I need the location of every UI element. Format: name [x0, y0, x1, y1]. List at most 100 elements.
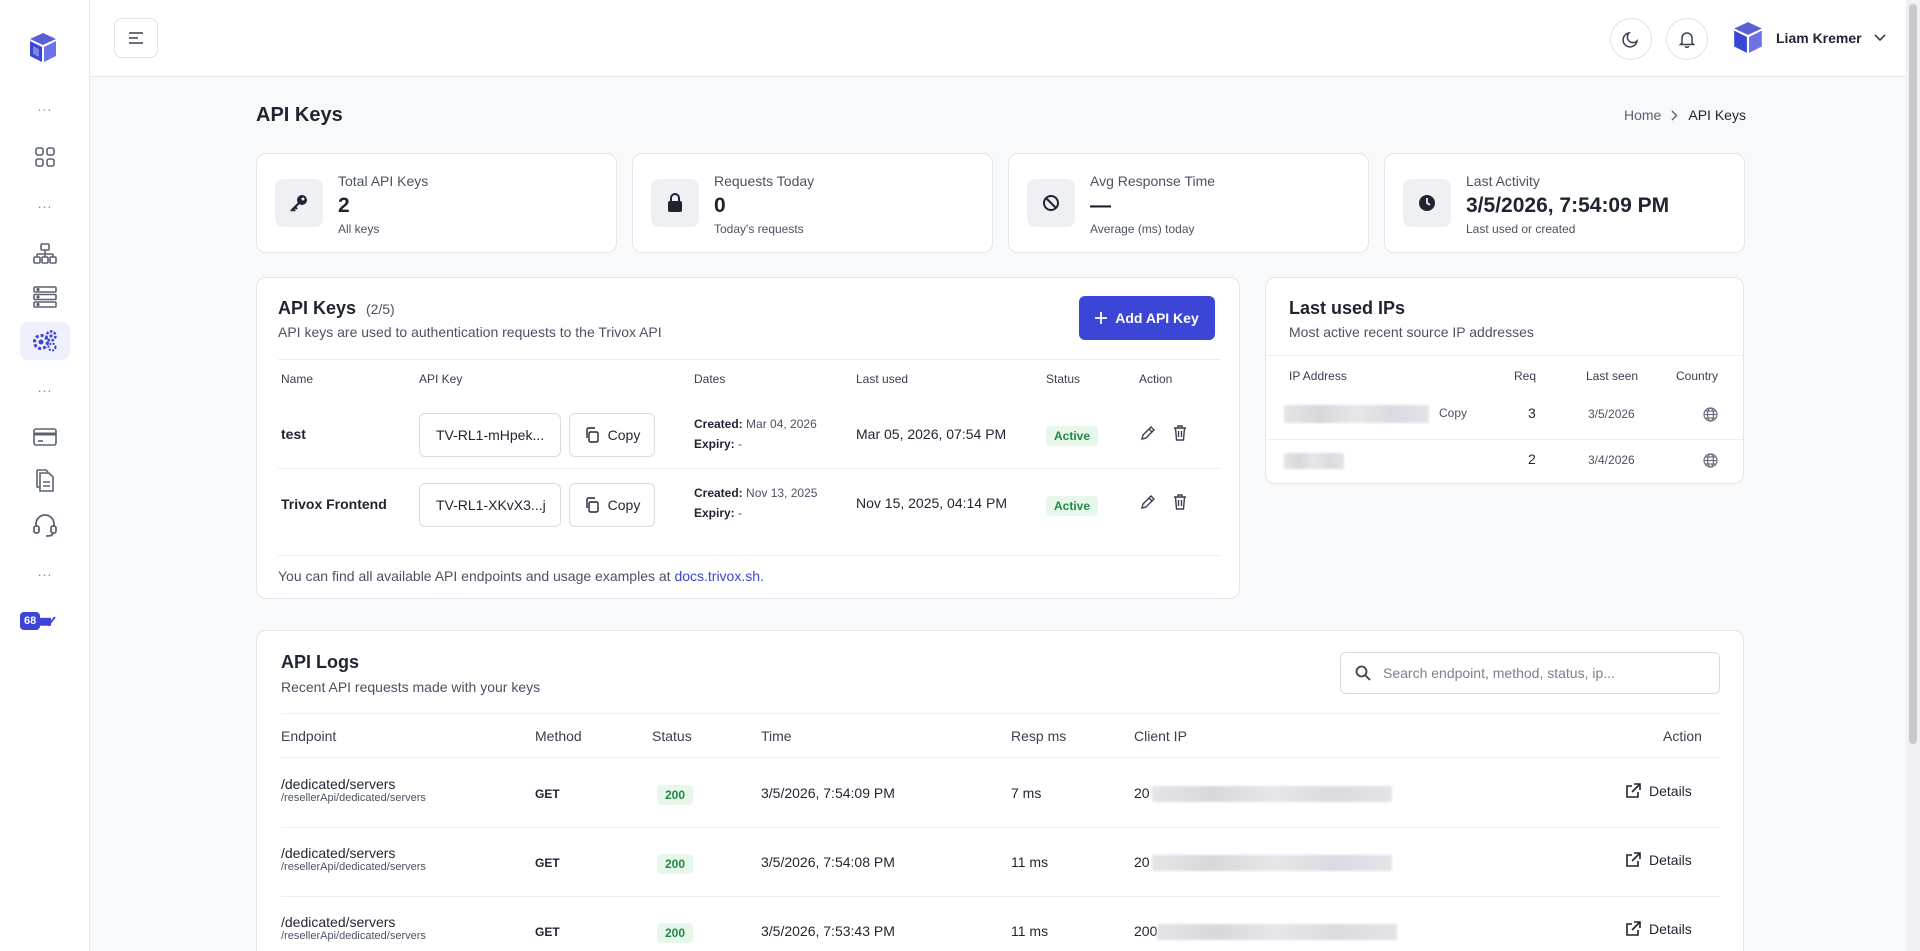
log-resp-ms: 11 ms	[1011, 923, 1049, 939]
redacted-ip	[1157, 924, 1397, 940]
globe-icon	[1703, 453, 1718, 471]
documents-icon	[36, 469, 54, 492]
status-badge: 200	[657, 785, 694, 805]
column-header: Last seen	[1586, 369, 1639, 383]
sidebar: ... ... ... ... 68	[0, 0, 90, 951]
hamburger-menu-icon	[129, 32, 143, 44]
ip-requests: 3	[1528, 405, 1536, 421]
trash-icon[interactable]	[1171, 424, 1189, 445]
endpoint-path: /resellerApi/dedicated/servers	[281, 930, 426, 942]
edit-icon[interactable]	[1139, 424, 1157, 445]
sidebar-item-documents[interactable]	[20, 462, 70, 500]
redacted-ip	[1152, 786, 1392, 802]
divider	[281, 757, 1721, 758]
copy-ip-button[interactable]: Copy	[1439, 406, 1467, 420]
add-api-key-button[interactable]: Add API Key	[1079, 296, 1215, 340]
notifications-button[interactable]	[1666, 18, 1708, 60]
api-keys-card: API Keys (2/5) API keys are used to auth…	[256, 277, 1240, 599]
api-docs-link[interactable]: docs.trivox.sh.	[674, 568, 763, 584]
divider	[1266, 355, 1743, 356]
avatar	[1734, 22, 1762, 53]
log-endpoint: /dedicated/servers /resellerApi/dedicate…	[281, 776, 426, 804]
divider	[278, 359, 1220, 360]
column-header: Dates	[694, 372, 726, 386]
stat-sub: Average (ms) today	[1090, 222, 1195, 236]
sidebar-item-billing[interactable]	[20, 418, 70, 456]
details-button[interactable]: Details	[1625, 921, 1692, 937]
copy-label: Copy	[607, 427, 641, 443]
menu-toggle-button[interactable]	[114, 18, 158, 58]
log-endpoint: /dedicated/servers /resellerApi/dedicate…	[281, 845, 426, 873]
log-search-box[interactable]	[1340, 652, 1720, 694]
details-label: Details	[1649, 852, 1692, 868]
trash-icon[interactable]	[1171, 493, 1189, 514]
log-endpoint: /dedicated/servers /resellerApi/dedicate…	[281, 914, 426, 942]
user-menu[interactable]: Liam Kremer	[1732, 20, 1886, 56]
stat-value: 2	[338, 194, 350, 217]
stat-label: Total API Keys	[338, 173, 429, 189]
details-button[interactable]: Details	[1625, 852, 1692, 868]
gears-api-icon	[33, 330, 57, 352]
copy-icon	[585, 427, 599, 443]
stat-sub: Last used or created	[1466, 222, 1576, 236]
breadcrumb-current: API Keys	[1688, 107, 1746, 123]
log-search-input[interactable]	[1383, 665, 1703, 681]
sidebar-item-network[interactable]	[20, 235, 70, 273]
sidebar-item-support[interactable]	[20, 506, 70, 544]
log-resp-ms: 11 ms	[1011, 854, 1049, 870]
sidebar-item-servers[interactable]	[20, 278, 70, 316]
copy-icon	[585, 497, 599, 513]
expiry-date: -	[738, 437, 743, 451]
topbar: Liam Kremer	[90, 0, 1920, 77]
copy-key-button[interactable]: Copy	[569, 413, 655, 457]
created-date: Mar 04, 2026	[746, 417, 817, 431]
stat-card-avg-response: Avg Response Time — Average (ms) today	[1008, 153, 1369, 253]
column-header: Resp ms	[1011, 728, 1067, 744]
api-key-field[interactable]: TV-RL1-mHpek...	[419, 413, 561, 457]
chevron-right-icon	[1671, 110, 1678, 120]
stat-label: Requests Today	[714, 173, 815, 189]
column-header: Action	[1139, 372, 1173, 386]
api-keys-subtitle: API keys are used to authentication requ…	[278, 324, 662, 340]
badge-count: 68	[20, 612, 41, 630]
sidebar-badge[interactable]: 68	[20, 610, 56, 632]
scrollbar-thumb[interactable]	[1909, 4, 1917, 744]
stat-card-total-keys: Total API Keys 2 All keys	[256, 153, 617, 253]
column-header: IP Address	[1289, 369, 1347, 383]
stat-sub: All keys	[338, 222, 380, 236]
sidebar-item-api[interactable]	[20, 322, 70, 360]
details-button[interactable]: Details	[1625, 783, 1692, 799]
sidebar-section-dots: ...	[37, 563, 53, 579]
api-key-field[interactable]: TV-RL1-XKvX3...j	[419, 483, 561, 527]
column-header: Method	[535, 728, 582, 744]
edit-icon[interactable]	[1139, 493, 1157, 514]
globe-icon	[1703, 407, 1718, 425]
breadcrumb: Home API Keys	[1624, 107, 1746, 123]
moon-icon	[1622, 31, 1639, 48]
log-method: GET	[535, 925, 560, 939]
details-label: Details	[1649, 921, 1692, 937]
stat-sub: Today's requests	[714, 222, 804, 236]
servers-icon	[33, 286, 57, 308]
client-ip-prefix: 200	[1134, 923, 1158, 939]
key-dates: Created: Nov 13, 2025 Expiry: -	[694, 483, 817, 523]
endpoint-name: /dedicated/servers	[281, 845, 396, 861]
clock-icon	[1403, 179, 1451, 227]
support-headset-icon	[33, 514, 57, 537]
sidebar-section-dots: ...	[37, 98, 53, 114]
copy-key-button[interactable]: Copy	[569, 483, 655, 527]
redacted-ip	[1152, 855, 1392, 871]
status-badge: 200	[657, 854, 694, 874]
external-link-icon	[1626, 783, 1641, 798]
log-method: GET	[535, 856, 560, 870]
stat-label: Avg Response Time	[1090, 173, 1216, 189]
breadcrumb-home[interactable]: Home	[1624, 107, 1661, 123]
divider	[281, 713, 1721, 714]
sidebar-item-dashboard[interactable]	[20, 138, 70, 176]
api-docs-note: You can find all available API endpoints…	[278, 568, 764, 584]
expiry-label: Expiry:	[694, 506, 735, 520]
page-scrollbar[interactable]	[1906, 0, 1920, 951]
theme-toggle-button[interactable]	[1610, 18, 1652, 60]
cube-logo-icon[interactable]	[28, 32, 62, 66]
ban-icon	[1027, 179, 1075, 227]
